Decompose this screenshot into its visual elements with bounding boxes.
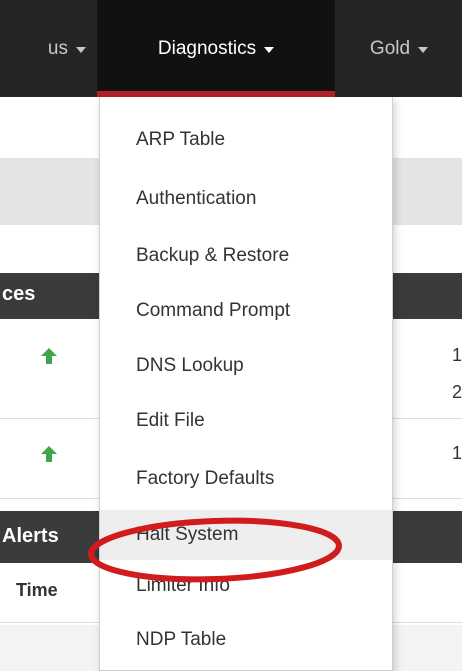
nav-diagnostics-menu[interactable]: Diagnostics — [97, 0, 335, 97]
menu-item-backup-restore[interactable]: Backup & Restore — [100, 231, 392, 281]
alerts-panel-title: Alerts — [2, 525, 59, 547]
menu-item-dns-lookup[interactable]: DNS Lookup — [100, 341, 392, 391]
top-navbar: us Diagnostics Gold — [0, 0, 462, 97]
time-column-header: Time — [16, 580, 58, 600]
interface-value-text: 1 — [452, 345, 462, 365]
caret-down-icon — [418, 46, 429, 53]
interface-value-text: 2 — [452, 382, 462, 402]
arrow-up-icon — [41, 446, 57, 462]
menu-item-arp-table[interactable]: ARP Table — [100, 115, 392, 165]
caret-down-icon — [76, 46, 86, 53]
nav-status-label: us — [47, 37, 68, 59]
menu-item-limiter-info[interactable]: Limiter Info — [100, 561, 392, 611]
menu-item-factory-defaults[interactable]: Factory Defaults — [100, 454, 392, 504]
menu-item-ndp-table[interactable]: NDP Table — [100, 615, 392, 665]
nav-diagnostics-label: Diagnostics — [157, 37, 257, 59]
menu-item-edit-file[interactable]: Edit File — [100, 396, 392, 446]
diagnostics-dropdown-menu: ARP Table Authentication Backup & Restor… — [99, 97, 393, 671]
nav-gold-menu[interactable]: Gold — [336, 0, 462, 97]
arrow-up-icon — [41, 348, 57, 364]
interface-value-text: 1 — [452, 443, 462, 463]
interfaces-panel-title: ces — [2, 283, 36, 305]
menu-item-command-prompt[interactable]: Command Prompt — [100, 286, 392, 336]
nav-status-menu[interactable]: us — [0, 0, 100, 97]
caret-down-icon — [264, 46, 275, 53]
menu-item-halt-system[interactable]: Halt System — [100, 510, 392, 560]
menu-item-authentication[interactable]: Authentication — [100, 174, 392, 224]
nav-gold-label: Gold — [369, 37, 411, 59]
